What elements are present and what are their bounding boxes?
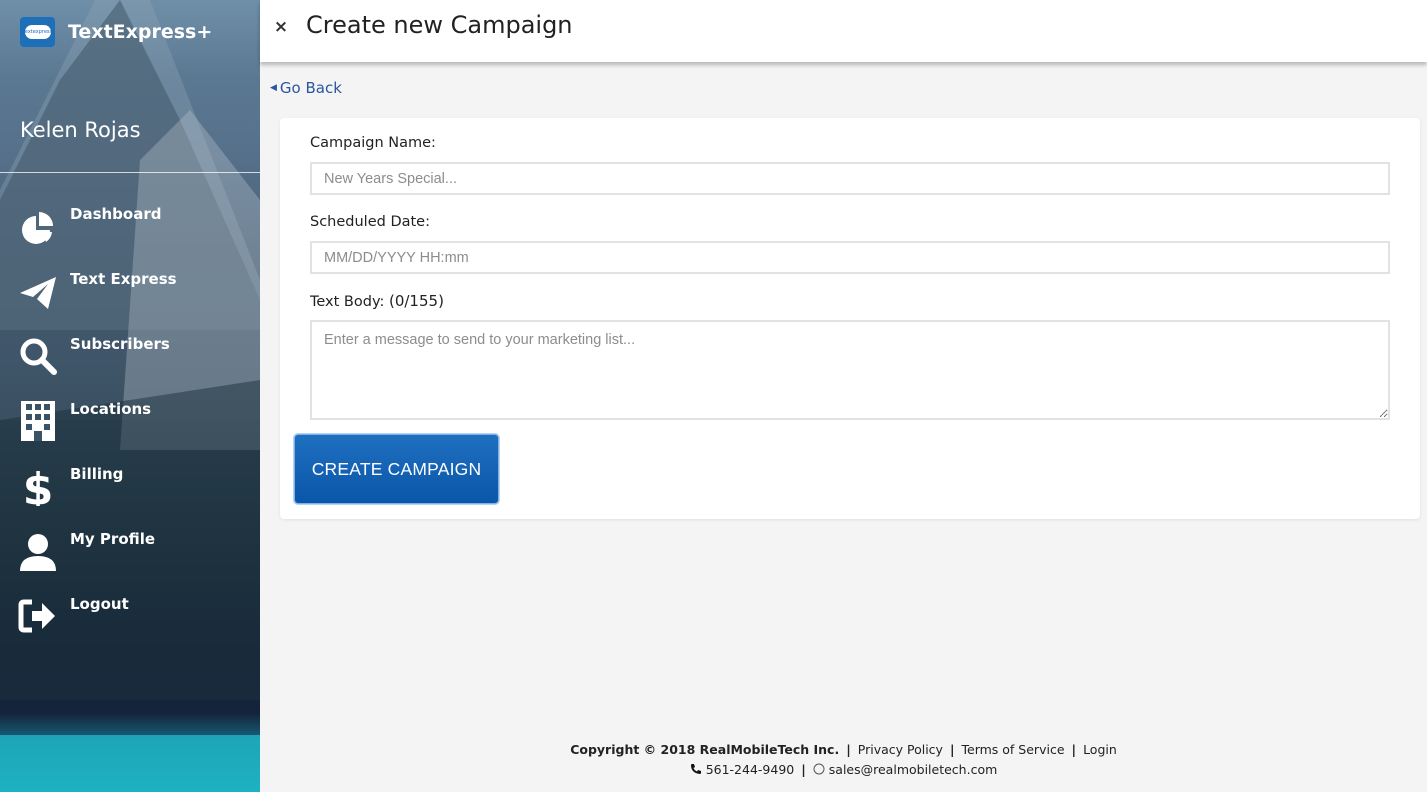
sidebar-item-label: My Profile [70, 530, 156, 548]
email-link[interactable]: sales@realmobiletech.com [829, 762, 998, 777]
sidebar-item-label: Billing [70, 465, 124, 483]
footer-line-2: 561-244-9490 | sales@realmobiletech.com [260, 760, 1427, 780]
pie-chart-icon [22, 212, 53, 244]
building-icon [21, 401, 55, 441]
privacy-policy-link[interactable]: Privacy Policy [858, 742, 943, 757]
page-title: Create new Campaign [306, 11, 573, 39]
footer-separator: | [949, 742, 955, 757]
copyright-text: Copyright © 2018 RealMobileTech Inc. [570, 742, 840, 757]
sidebar-item-label: Dashboard [70, 205, 162, 223]
terms-of-service-link[interactable]: Terms of Service [962, 742, 1065, 757]
sidebar-item-my-profile[interactable]: My Profile [0, 525, 260, 590]
text-body-label: Text Body: (0/155) [310, 292, 444, 310]
sidebar-item-billing[interactable]: $ Billing [0, 460, 260, 525]
sidebar-item-label: Text Express [70, 270, 177, 288]
sidebar-item-locations[interactable]: Locations [0, 395, 260, 460]
logout-icon [18, 599, 55, 633]
close-icon[interactable]: × [272, 18, 290, 36]
footer: Copyright © 2018 RealMobileTech Inc. | P… [260, 740, 1427, 780]
footer-line-1: Copyright © 2018 RealMobileTech Inc. | P… [260, 740, 1427, 760]
text-body-textarea[interactable] [310, 320, 1390, 420]
search-icon [20, 338, 57, 375]
campaign-form-card: Campaign Name: Scheduled Date: Text Body… [280, 118, 1420, 519]
go-back-label: Go Back [279, 79, 342, 97]
user-name: Kelen Rojas [20, 118, 141, 142]
email-icon [813, 763, 825, 775]
sidebar-item-label: Subscribers [70, 335, 170, 353]
brand-logo-text: textexpress [23, 25, 52, 39]
go-back-link[interactable]: ◀ Go Back [270, 79, 342, 97]
sidebar-item-label: Logout [70, 595, 129, 613]
scheduled-date-label: Scheduled Date: [310, 214, 430, 230]
campaign-name-input[interactable] [310, 162, 1390, 195]
brand[interactable]: textexpress TextExpress+ [20, 17, 212, 47]
phone-number: 561-244-9490 [705, 762, 795, 777]
phone-icon [690, 764, 701, 774]
sidebar-item-dashboard[interactable]: Dashboard [0, 200, 260, 265]
brand-logo: textexpress [20, 17, 55, 47]
sidebar-divider [0, 172, 260, 173]
create-campaign-button[interactable]: CREATE CAMPAIGN [294, 434, 499, 504]
login-link[interactable]: Login [1083, 742, 1117, 757]
page-header: × Create new Campaign [260, 0, 1427, 62]
paper-plane-icon [20, 277, 56, 309]
dollar-icon: $ [23, 466, 54, 506]
sidebar: textexpress TextExpress+ Kelen Rojas Das… [0, 0, 260, 792]
sidebar-item-logout[interactable]: Logout [0, 590, 260, 655]
sidebar-item-label: Locations [70, 400, 152, 418]
campaign-name-label: Campaign Name: [310, 135, 436, 151]
caret-left-icon: ◀ [270, 83, 277, 93]
sidebar-nav: Dashboard Text Express Subscribers Locat… [0, 200, 260, 655]
scheduled-date-input[interactable] [310, 241, 1390, 274]
sidebar-item-text-express[interactable]: Text Express [0, 265, 260, 330]
footer-separator: | [846, 742, 851, 757]
text-body-char-count: (0/155) [388, 292, 444, 310]
user-icon [20, 534, 56, 571]
brand-name: TextExpress+ [68, 21, 213, 43]
footer-separator: | [1071, 742, 1077, 757]
sidebar-item-subscribers[interactable]: Subscribers [0, 330, 260, 395]
svg-text:$: $ [23, 466, 54, 506]
footer-separator: | [801, 762, 806, 777]
text-body-label-text: Text Body: [310, 294, 385, 310]
